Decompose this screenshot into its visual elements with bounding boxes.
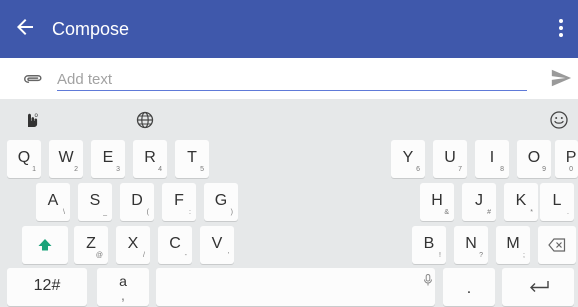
svg-text:o: o bbox=[35, 113, 39, 119]
key-s[interactable]: S _ bbox=[78, 183, 112, 221]
key-d[interactable]: D( bbox=[120, 183, 154, 221]
compose-bar bbox=[0, 58, 578, 99]
key-j[interactable]: J # bbox=[462, 183, 496, 221]
key-h[interactable]: H & bbox=[420, 183, 454, 221]
more-vert-icon[interactable] bbox=[556, 16, 566, 40]
key-k[interactable]: K * bbox=[504, 183, 538, 221]
message-input[interactable] bbox=[57, 68, 527, 91]
key-p[interactable]: P0 bbox=[555, 140, 578, 178]
globe-icon[interactable] bbox=[135, 109, 155, 131]
key-g[interactable]: G) bbox=[204, 183, 238, 221]
enter-icon bbox=[530, 281, 549, 292]
back-arrow-icon[interactable] bbox=[13, 15, 37, 39]
keyboard: o Q1 W2 E3 R4 T5 Y6 U7 I8 O9 P0 A \ S _ D(… bbox=[0, 99, 578, 307]
period-key[interactable]: . bbox=[443, 268, 495, 306]
key-x[interactable]: X / bbox=[116, 226, 150, 264]
key-l[interactable]: L. bbox=[540, 183, 574, 221]
page-title: Compose bbox=[52, 19, 130, 39]
key-i[interactable]: I8 bbox=[475, 140, 509, 178]
enter-key[interactable] bbox=[502, 268, 574, 306]
key-c[interactable]: C- bbox=[158, 226, 192, 264]
shift-key[interactable] bbox=[22, 226, 68, 264]
paperclip-icon[interactable] bbox=[22, 68, 44, 90]
key-q[interactable]: Q1 bbox=[7, 140, 41, 178]
key-z[interactable]: Z @ bbox=[74, 226, 108, 264]
backspace-key[interactable] bbox=[538, 226, 576, 264]
key-t[interactable]: T5 bbox=[175, 140, 209, 178]
space-key[interactable] bbox=[156, 268, 435, 306]
send-icon[interactable] bbox=[550, 66, 572, 90]
app-bar: Compose bbox=[0, 0, 578, 58]
key-m[interactable]: M; bbox=[496, 226, 530, 264]
key-u[interactable]: U7 bbox=[433, 140, 467, 178]
mic-icon bbox=[424, 274, 432, 286]
smiley-icon[interactable] bbox=[549, 109, 569, 131]
touch-hand-icon[interactable]: o bbox=[22, 109, 42, 131]
symbols-key[interactable]: 12# bbox=[7, 268, 87, 306]
key-o[interactable]: O9 bbox=[517, 140, 551, 178]
key-r[interactable]: R4 bbox=[133, 140, 167, 178]
key-v[interactable]: V ' bbox=[200, 226, 234, 264]
key-f[interactable]: F: bbox=[162, 183, 196, 221]
key-b[interactable]: B! bbox=[412, 226, 446, 264]
key-w[interactable]: W2 bbox=[49, 140, 83, 178]
key-y[interactable]: Y6 bbox=[391, 140, 425, 178]
key-n[interactable]: N? bbox=[454, 226, 488, 264]
backspace-icon bbox=[548, 238, 566, 252]
punctuation-key[interactable]: a , bbox=[97, 268, 149, 306]
shift-arrow-icon bbox=[38, 239, 52, 251]
key-e[interactable]: E3 bbox=[91, 140, 125, 178]
key-a[interactable]: A \ bbox=[36, 183, 70, 221]
